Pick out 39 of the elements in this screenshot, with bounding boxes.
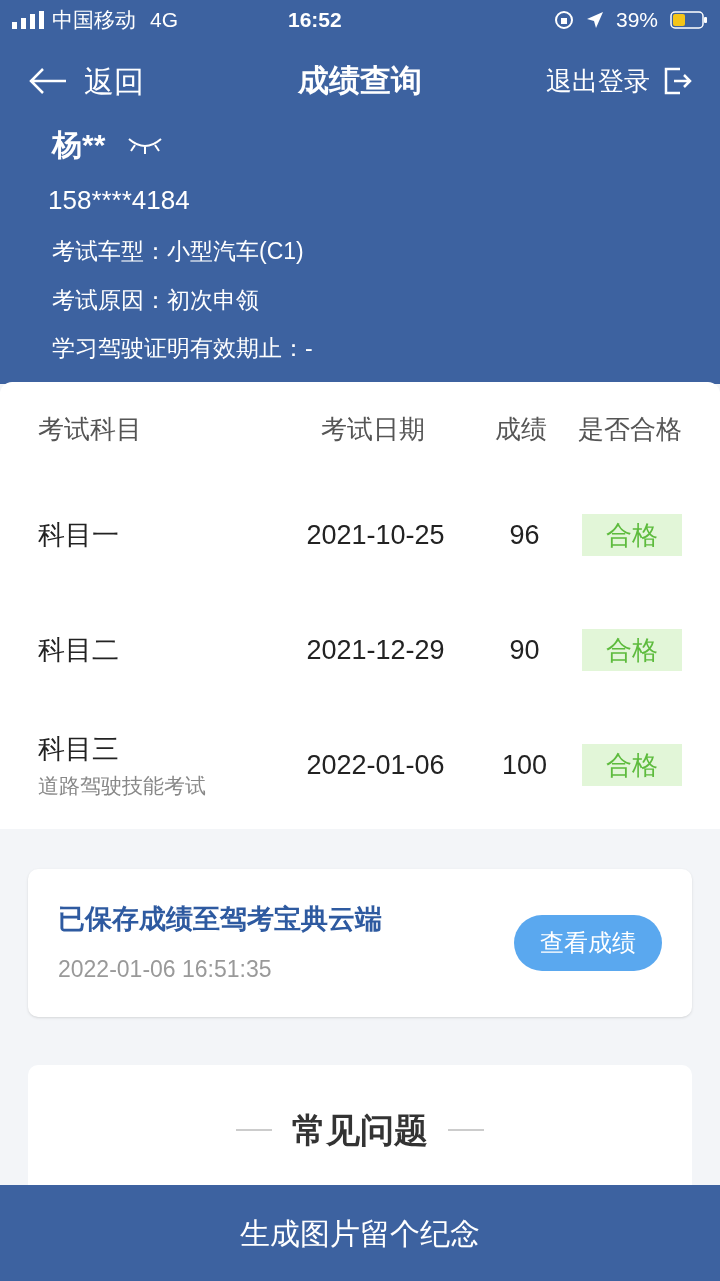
- result-badge: 合格: [582, 514, 682, 556]
- location-arrow-icon: [585, 11, 604, 29]
- score-cell-text: 96: [508, 518, 541, 552]
- logout-button[interactable]: 退出登录: [546, 61, 692, 101]
- battery-icon: [670, 11, 708, 29]
- date-cell-text: 2022-01-06: [305, 748, 446, 782]
- faq-title: 常见问题: [292, 1109, 428, 1151]
- score-cell-text: 100: [500, 748, 548, 782]
- subject-cell-text: 科目三: [38, 733, 120, 766]
- clock-text: 16:52: [288, 7, 342, 34]
- subject-cell-text: 科目二: [38, 633, 120, 667]
- info-line: 学习驾驶证明有效期止：-: [52, 334, 314, 363]
- date-cell-text: 2021-12-29: [305, 633, 446, 667]
- subject-cell-text: 科目一: [38, 518, 120, 552]
- logout-icon: [662, 66, 692, 96]
- rotation-lock-icon: [553, 10, 574, 30]
- column-header: 是否合格: [578, 413, 682, 446]
- column-header: 考试日期: [320, 413, 427, 446]
- page-title: 成绩查询: [298, 61, 422, 100]
- result-badge: 合格: [582, 629, 682, 671]
- battery-text: 39%: [615, 7, 658, 34]
- back-button[interactable]: 返回: [28, 58, 144, 104]
- column-header: 考试科目: [38, 413, 143, 446]
- phone-number: 158****4184: [48, 184, 191, 217]
- carrier-text: 中国移动: [52, 7, 136, 34]
- saved-title: 已保存成绩至驾考宝典云端: [58, 903, 382, 936]
- date-cell-text: 2021-10-25: [305, 518, 446, 552]
- generate-image-button[interactable]: 生成图片留个纪念: [0, 1185, 720, 1281]
- subject-note: 道路驾驶技能考试: [38, 772, 207, 799]
- info-line: 考试车型：小型汽车(C1): [52, 237, 305, 266]
- column-header: 成绩: [493, 413, 548, 446]
- signal-icon: [12, 11, 46, 29]
- network-text: 4G: [150, 7, 178, 34]
- result-badge: 合格: [582, 744, 682, 786]
- score-cell-text: 90: [508, 633, 541, 667]
- user-name: 杨**: [52, 127, 106, 163]
- saved-time: 2022-01-06 16:51:35: [58, 954, 273, 984]
- back-arrow-icon: [28, 67, 68, 95]
- info-line: 考试原因：初次申领: [52, 285, 260, 315]
